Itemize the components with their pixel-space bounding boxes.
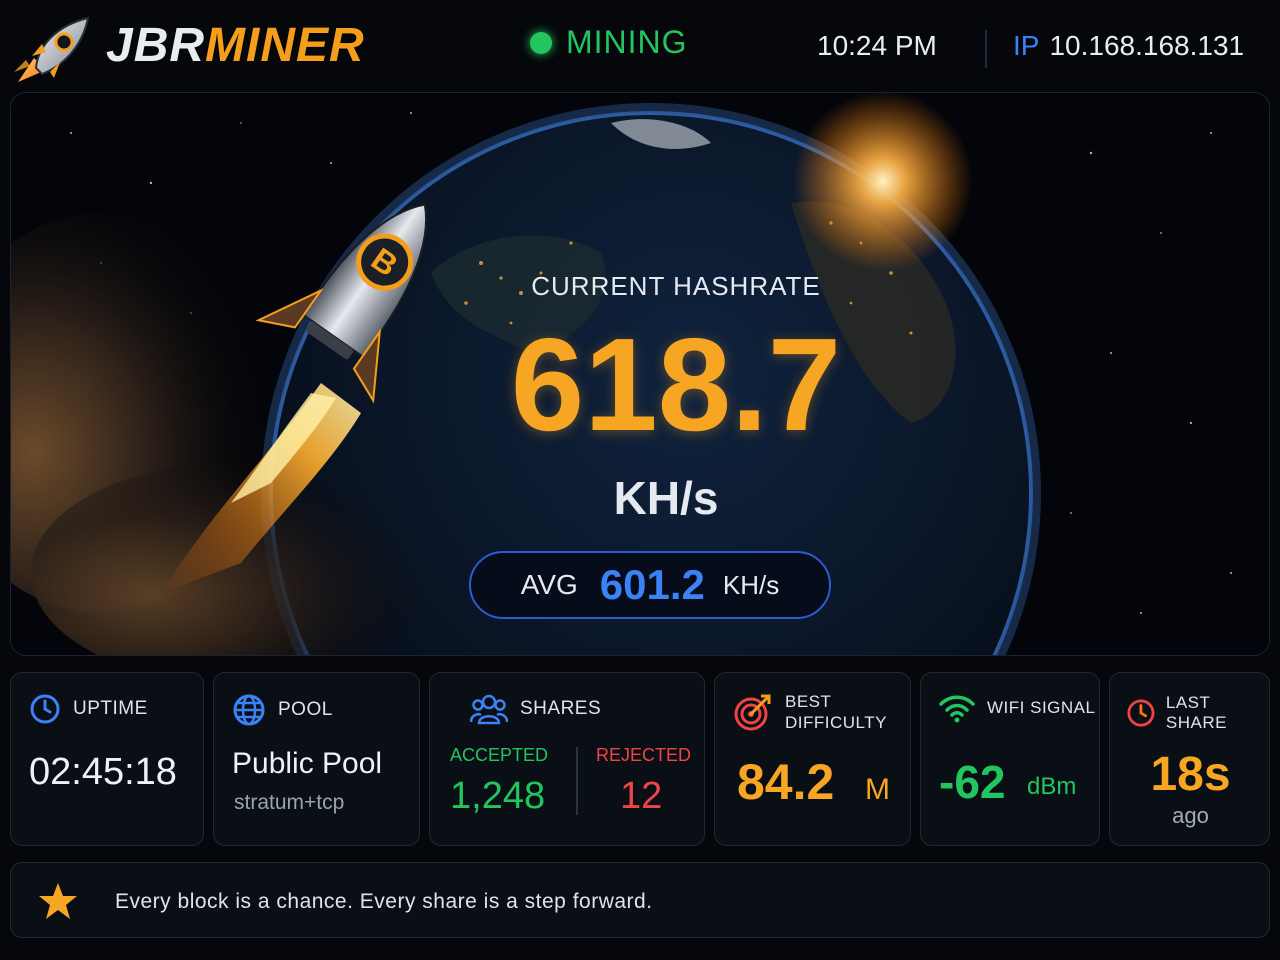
rejected-value: 12 (620, 775, 663, 817)
rocket-logo-icon (14, 16, 90, 82)
ip-value: 10.168.168.131 (1049, 30, 1245, 61)
average-hashrate-pill: AVG 601.2 KH/s (469, 551, 831, 619)
hashrate-title: CURRENT HASHRATE (531, 271, 821, 301)
last-share-title: LAST SHARE (1165, 693, 1227, 732)
target-icon (734, 694, 771, 731)
wifi-signal-card: WIFI SIGNAL -62 dBm (920, 672, 1100, 846)
hashrate-hero-panel: B CURRENT HASHRATE 618.7 KH/s AVG 601.2 … (10, 92, 1270, 656)
avg-label: AVG (520, 569, 578, 600)
difficulty-title-line1: BEST (785, 692, 832, 711)
pool-title: POOL (278, 699, 333, 720)
accepted-value: 1,248 (450, 775, 546, 817)
last-share-card: LAST SHARE 18s ago (1109, 672, 1270, 846)
status-label: MINING (566, 24, 688, 60)
current-time: 10:24 PM (817, 30, 937, 61)
header-divider (985, 30, 987, 68)
clock-icon (1127, 699, 1155, 727)
ip-address: IP 10.168.168.131 (1013, 30, 1244, 62)
shares-card: SHARES ACCEPTED 1,248 REJECTED 12 (429, 672, 705, 846)
status-dot-icon (530, 31, 552, 54)
motivation-text: Every block is a chance. Every share is … (115, 890, 653, 913)
pool-card: POOL Public Pool stratum+tcp (213, 672, 420, 846)
uptime-title: UPTIME (73, 698, 148, 719)
motivation-banner: Every block is a chance. Every share is … (10, 862, 1270, 938)
clock-icon (30, 694, 60, 724)
brand-part-2: MINER (205, 19, 365, 72)
globe-icon (233, 694, 265, 726)
difficulty-title: BEST DIFFICULTY (785, 691, 887, 733)
shares-title: SHARES (520, 698, 602, 719)
best-difficulty-card: BEST DIFFICULTY 84.2 M (714, 672, 911, 846)
rejected-label: REJECTED (596, 745, 692, 765)
pool-protocol: stratum+tcp (234, 791, 345, 814)
difficulty-title-line2: DIFFICULTY (785, 713, 887, 732)
last-share-sub: ago (1172, 803, 1209, 828)
ip-label: IP (1013, 30, 1040, 61)
hashrate-unit: KH/s (613, 472, 719, 524)
wifi-icon (939, 695, 975, 723)
wifi-unit: dBm (1027, 773, 1077, 800)
shares-divider (576, 747, 578, 815)
wifi-title: WIFI SIGNAL (987, 698, 1096, 717)
avg-unit: KH/s (722, 569, 780, 600)
uptime-card: UPTIME 02:45:18 (10, 672, 204, 846)
brand-wordmark: JBRMINER (106, 20, 365, 72)
brand-part-1: JBR (106, 19, 206, 72)
accepted-label: ACCEPTED (450, 745, 549, 765)
mining-status: MINING (530, 24, 688, 61)
users-icon (470, 694, 508, 725)
difficulty-value: 84.2 (737, 754, 835, 810)
star-icon (39, 883, 77, 919)
uptime-value: 02:45:18 (29, 751, 177, 793)
current-hashrate-value: 618.7 (510, 311, 842, 458)
last-share-value: 18s (1150, 748, 1231, 801)
top-bar: JBRMINER MINING 10:24 PM IP 10.168.168.13… (0, 0, 1280, 92)
avg-value: 601.2 (599, 561, 705, 608)
difficulty-unit: M (865, 773, 890, 806)
pool-name: Public Pool (232, 747, 383, 780)
wifi-value: -62 (939, 756, 1006, 808)
